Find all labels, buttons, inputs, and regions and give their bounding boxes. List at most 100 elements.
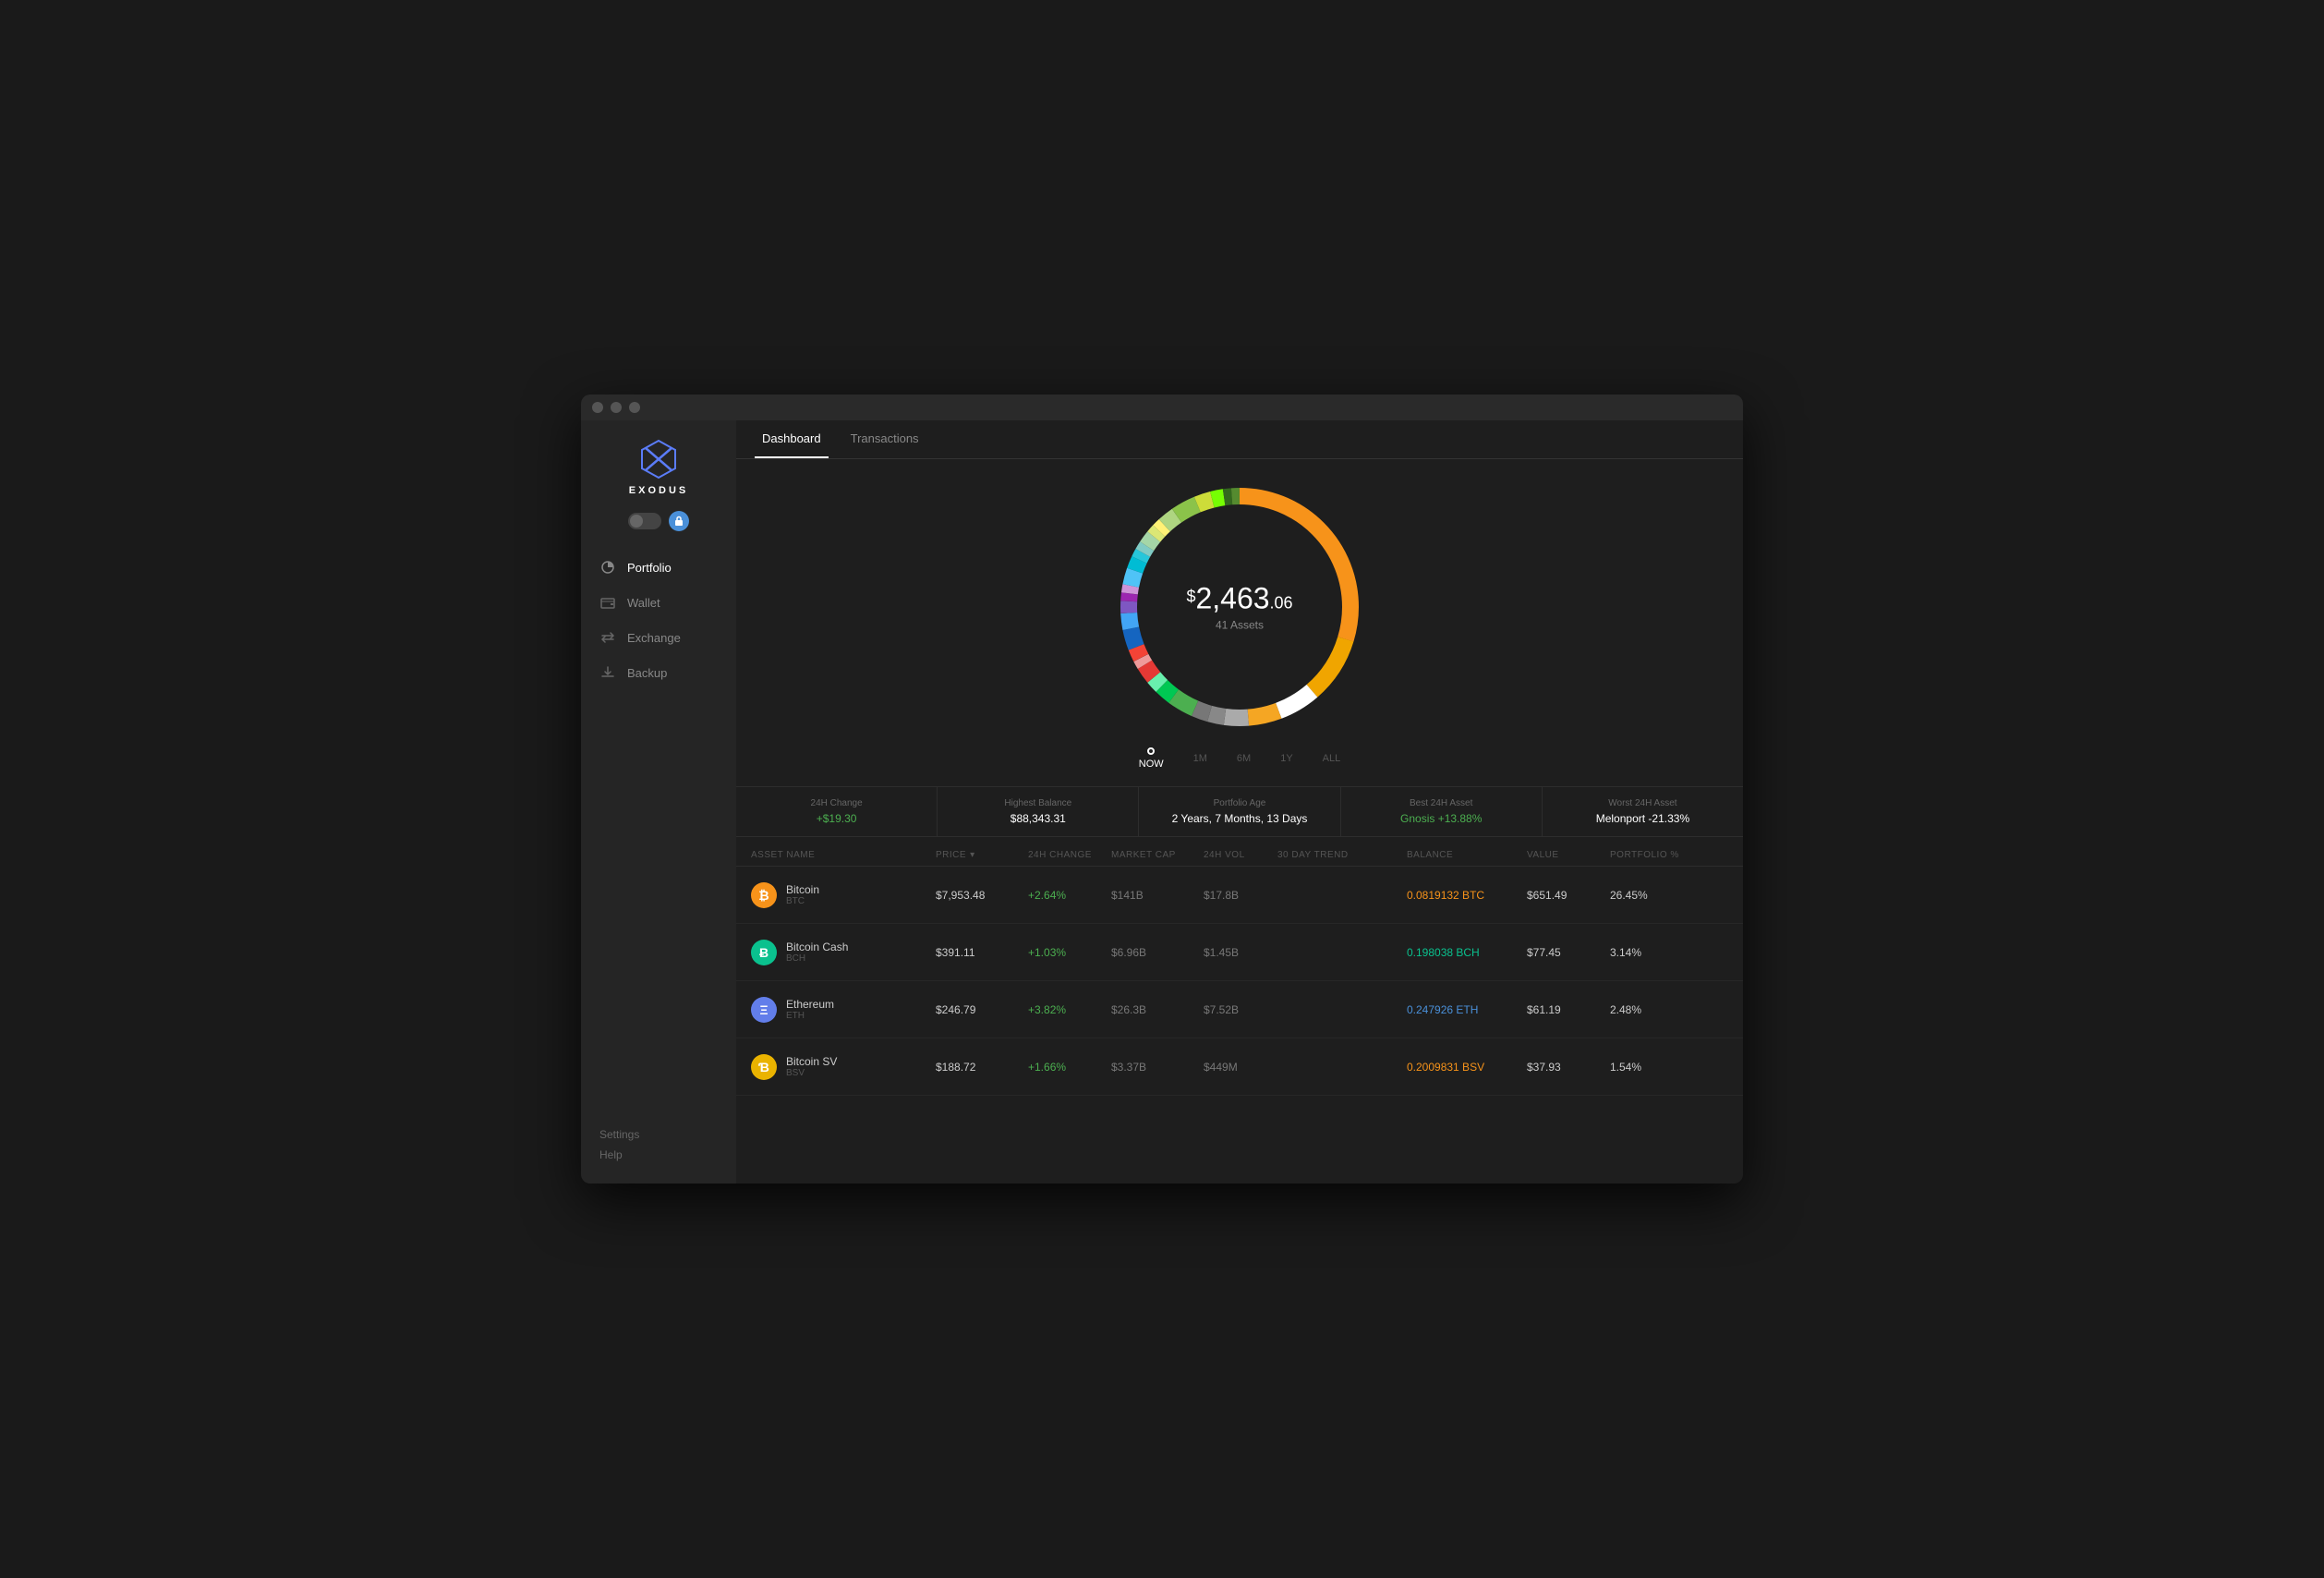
app-window: EXODUS [581,394,1743,1184]
asset-name-cell: ₿ Bitcoin BTC [751,882,936,908]
th-vol: 24H VOL [1204,850,1277,860]
table-header: ASSET NAME PRICE ▾ 24H CHANGE MARKET CAP… [736,844,1743,867]
asset-sparkline-cell [1277,933,1407,971]
asset-sparkline-cell [1277,876,1407,914]
asset-icon-ETH: Ξ [751,997,777,1023]
asset-price: $188.72 [936,1061,1028,1074]
asset-market-cap: $3.37B [1111,1061,1204,1074]
backup-icon [599,664,616,681]
time-selector: NOW 1M 6M 1Y ALL [1139,747,1341,770]
asset-vol: $1.45B [1204,946,1277,959]
help-link[interactable]: Help [599,1145,718,1165]
time-option-1y[interactable]: 1Y [1280,753,1292,764]
asset-value: $37.93 [1527,1061,1610,1074]
table-row[interactable]: ₿ Bitcoin BTC $7,953.48 +2.64% $141B $17… [736,867,1743,924]
time-option-now[interactable]: NOW [1139,747,1164,770]
asset-rows: ₿ Bitcoin BTC $7,953.48 +2.64% $141B $17… [736,867,1743,1096]
settings-link[interactable]: Settings [599,1124,718,1145]
wallet-icon [599,594,616,611]
stat-age-value: 2 Years, 7 Months, 13 Days [1154,812,1325,825]
th-trend: 30 DAY TREND [1277,850,1407,860]
sidebar-item-backup[interactable]: Backup [581,655,736,690]
sidebar-item-portfolio[interactable]: Portfolio [581,550,736,585]
portfolio-value: $2,463.06 [1186,582,1292,614]
sparkline-BSV [1277,1048,1361,1081]
sparkline-ETH [1277,990,1361,1024]
asset-change: +2.64% [1028,889,1111,902]
sidebar: EXODUS [581,420,736,1184]
stats-bar: 24H Change +$19.30 Highest Balance $88,3… [736,786,1743,837]
stat-highest-balance: Highest Balance $88,343.31 [938,787,1139,836]
asset-icon-BCH: Ƀ [751,940,777,965]
asset-market-cap: $26.3B [1111,1003,1204,1016]
exchange-label: Exchange [627,631,681,645]
table-row[interactable]: Ɓ Bitcoin SV BSV $188.72 +1.66% $3.37B $… [736,1038,1743,1096]
stat-24h-value: +$19.30 [751,812,922,825]
now-dot [1147,747,1155,755]
th-value: VALUE [1527,850,1610,860]
stat-24h-change: 24H Change +$19.30 [736,787,938,836]
toggle-knob [630,515,643,528]
maximize-button[interactable] [629,402,640,413]
asset-balance: 0.2009831 BSV [1407,1061,1527,1074]
th-name: ASSET NAME [751,850,936,860]
asset-balance: 0.198038 BCH [1407,946,1527,959]
wallet-label: Wallet [627,596,660,610]
settings-help-area: Settings Help [581,1124,736,1165]
asset-icon-BTC: ₿ [751,882,777,908]
sidebar-item-wallet[interactable]: Wallet [581,585,736,620]
asset-sparkline-cell [1277,990,1407,1028]
backup-label: Backup [627,666,667,680]
table-row[interactable]: Ξ Ethereum ETH $246.79 +3.82% $26.3B $7.… [736,981,1743,1038]
portfolio-label: Portfolio [627,561,672,575]
time-option-6m[interactable]: 6M [1237,753,1251,764]
asset-market-cap: $141B [1111,889,1204,902]
th-price[interactable]: PRICE ▾ [936,850,1028,860]
assets-count: 41 Assets [1186,619,1292,632]
stat-worst-24h: Worst 24H Asset Melonport -21.33% [1543,787,1743,836]
asset-change: +1.03% [1028,946,1111,959]
tab-dashboard[interactable]: Dashboard [755,420,829,458]
sparkline-BTC [1277,876,1361,909]
asset-names: Bitcoin SV BSV [786,1055,837,1078]
stat-worst-value: Melonport -21.33% [1557,812,1728,825]
asset-full-name: Ethereum [786,998,834,1011]
exchange-icon [599,629,616,646]
close-button[interactable] [592,402,603,413]
table-row[interactable]: Ƀ Bitcoin Cash BCH $391.11 +1.03% $6.96B… [736,924,1743,981]
title-bar [581,394,1743,420]
sparkline-BCH [1277,933,1361,966]
asset-full-name: Bitcoin Cash [786,941,848,953]
asset-portfolio: 3.14% [1610,946,1693,959]
asset-ticker: BCH [786,953,848,964]
tab-transactions[interactable]: Transactions [843,420,926,458]
asset-full-name: Bitcoin SV [786,1055,837,1068]
asset-vol: $449M [1204,1061,1277,1074]
time-option-all[interactable]: ALL [1323,753,1341,764]
th-change: 24H CHANGE [1028,850,1111,860]
asset-change: +3.82% [1028,1003,1111,1016]
chart-section: $2,463.06 41 Assets NOW 1M [736,459,1743,779]
asset-value: $77.45 [1527,946,1610,959]
asset-names: Bitcoin Cash BCH [786,941,848,964]
sidebar-item-exchange[interactable]: Exchange [581,620,736,655]
asset-ticker: BTC [786,896,819,906]
asset-value: $651.49 [1527,889,1610,902]
asset-name-cell: Ƀ Bitcoin Cash BCH [751,940,936,965]
asset-name-cell: Ξ Ethereum ETH [751,997,936,1023]
time-option-1m[interactable]: 1M [1193,753,1207,764]
asset-name-cell: Ɓ Bitcoin SV BSV [751,1054,936,1080]
minimize-button[interactable] [611,402,622,413]
toggle-switch[interactable] [628,513,661,529]
stat-portfolio-age: Portfolio Age 2 Years, 7 Months, 13 Days [1139,787,1340,836]
asset-ticker: BSV [786,1068,837,1078]
donut-center: $2,463.06 41 Assets [1186,582,1292,631]
th-market-cap: MARKET CAP [1111,850,1204,860]
asset-price: $391.11 [936,946,1028,959]
stat-highest-value: $88,343.31 [952,812,1123,825]
exodus-logo-icon [638,439,679,479]
asset-names: Ethereum ETH [786,998,834,1021]
asset-balance: 0.0819132 BTC [1407,889,1527,902]
asset-table: ASSET NAME PRICE ▾ 24H CHANGE MARKET CAP… [736,844,1743,1096]
sort-icon: ▾ [970,850,975,860]
